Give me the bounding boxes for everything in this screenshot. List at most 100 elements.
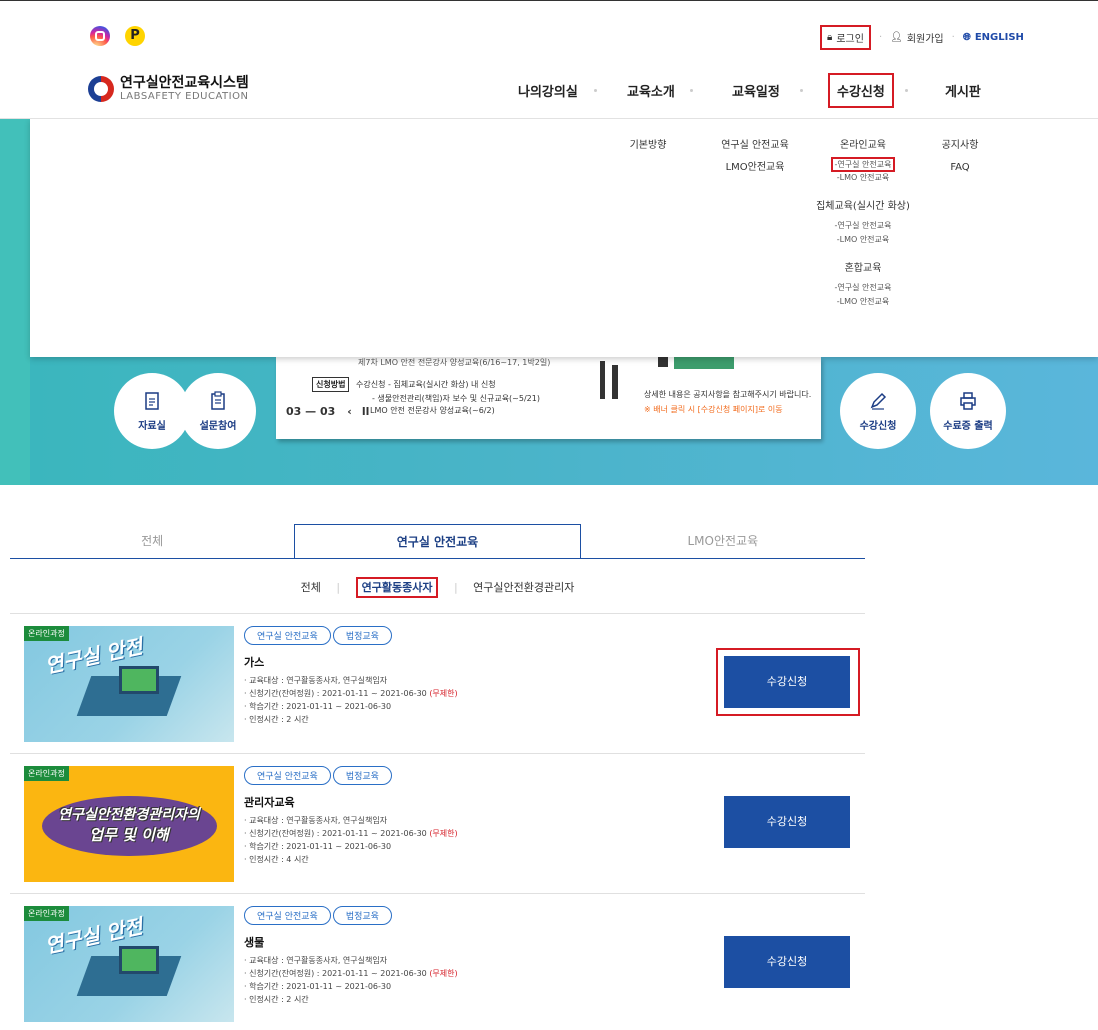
dropdown-mixed-head[interactable]: 혼합교육 [798,257,928,281]
utility-links: 🔒︎ 로그인 · 👤︎ 회원가입 · 🌐︎ ENGLISH [820,25,1024,50]
banner-tag: 신청방법 [312,377,350,392]
course-thumbnail[interactable]: 연구실 안전 온라인과정 [24,626,234,742]
signup-link[interactable]: 👤︎ 회원가입 [890,30,944,45]
course-badges: 연구실 안전교육 법정교육 [244,626,392,645]
badge-category: 연구실 안전교육 [244,766,331,785]
printer-icon [960,392,976,410]
subtab-researcher[interactable]: 연구활동종사자 [355,577,439,598]
menu-my-classroom[interactable]: 나의강의실 [518,61,578,119]
course-hours: · 인정시간 : 2 시간 [244,995,309,1004]
subtab-all[interactable]: 전체 [301,581,321,594]
dropdown-online-lmo[interactable]: -LMO 안전교육 [798,171,928,185]
quick-certificate-button[interactable]: 수료증 출력 [930,373,1006,449]
course-list: 연구실 안전 온라인과정 연구실 안전교육 법정교육 가스 · 교육대상 : 연… [10,613,865,1030]
tab-lmo-safety[interactable]: LMO안전교육 [581,524,865,558]
login-link[interactable]: 🔒︎ 로그인 [820,25,871,50]
channel-p-icon[interactable]: P [125,26,145,46]
login-label: 로그인 [836,34,864,45]
tab-all[interactable]: 전체 [10,524,294,558]
dropdown-faq[interactable]: FAQ [930,157,990,179]
dropdown-lmo-safety[interactable]: LMO안전교육 [710,157,800,179]
utility-bar: P 🔒︎ 로그인 · 👤︎ 회원가입 · 🌐︎ ENGLISH [0,1,1098,61]
menu-schedule[interactable]: 교육일정 [732,61,780,119]
dropdown-mixed-lmo[interactable]: -LMO 안전교육 [798,295,928,309]
dropdown-notice[interactable]: 공지사항 [930,135,990,157]
apply-button[interactable]: 수강신청 [724,796,850,848]
dropdown-online-lab[interactable]: -연구실 안전교육 [830,157,896,172]
banner-right-line-2: ※ 배너 클릭 시 [수강신청 페이지]로 이동 [644,405,783,414]
dropdown-col-schedule: 연구실 안전교육 LMO안전교육 [710,135,800,179]
banner-pause-icon[interactable]: ll [362,405,370,418]
subtab-manager[interactable]: 연구실안전환경관리자 [473,581,574,594]
main-navigation: 연구실안전교육시스템 LABSAFETY EDUCATION 나의강의실 교육소… [0,61,1098,119]
dropdown-col-board: 공지사항 FAQ [930,135,990,179]
dropdown-online-head[interactable]: 온라인교육 [798,135,928,157]
logo-title: 연구실안전교육시스템 [120,75,249,91]
lock-icon: 🔒︎ [827,32,833,43]
quick-survey-button[interactable]: 설문참여 [180,373,256,449]
quick-apply-button[interactable]: 수강신청 [840,373,916,449]
dropdown-col-intro: 기본방향 [618,135,678,157]
quick-archive-label: 자료실 [138,421,166,432]
course-period: · 신청기간(잔여정원) : 2021-01-11 ~ 2021-06-30 [244,969,427,978]
hero-left-strip [0,119,30,485]
site-logo[interactable]: 연구실안전교육시스템 LABSAFETY EDUCATION [88,76,249,102]
course-row: 연구실 안전 온라인과정 연구실 안전교육 법정교육 생물 · 교육대상 : 연… [10,893,865,1030]
badge-legal: 법정교육 [332,626,392,645]
dropdown-basic-direction[interactable]: 기본방향 [618,135,678,157]
banner-pager-text: 03 — 03 [286,405,336,418]
course-thumbnail[interactable]: 연구실 안전 온라인과정 [24,906,234,1022]
online-course-tag: 온라인과정 [24,906,69,921]
badge-category: 연구실 안전교육 [244,906,331,925]
course-thumbnail[interactable]: 연구실안전환경관리자의 업무 및 이해 온라인과정 [24,766,234,882]
dropdown-group-lmo[interactable]: -LMO 안전교육 [798,233,928,247]
course-target: · 교육대상 : 연구활동종사자, 연구실책임자 [244,956,388,965]
tab-lab-safety[interactable]: 연구실 안전교육 [294,524,581,558]
notice-banner[interactable]: 제7차 LMO 안전 전문강사 양성교육(6/16~17, 1박2일) 신청방법… [276,357,821,439]
dropdown-group-lab[interactable]: -연구실 안전교육 [798,219,928,233]
course-capacity: (무제한) [429,829,458,838]
course-title[interactable]: 생물 [244,934,264,950]
instagram-icon[interactable] [90,26,110,46]
course-title[interactable]: 관리자교육 [244,794,295,810]
course-period: · 신청기간(잔여정원) : 2021-01-11 ~ 2021-06-30 [244,689,427,698]
badge-legal: 법정교육 [332,906,392,925]
banner-table-illustration [674,357,734,369]
menu-board[interactable]: 게시판 [945,61,981,119]
course-info: · 교육대상 : 연구활동종사자, 연구실책임자 · 신청기간(잔여정원) : … [244,954,458,1006]
banner-prev-icon[interactable]: ‹ [347,405,352,418]
course-title[interactable]: 가스 [244,654,264,670]
mega-dropdown-menu: 기본방향 연구실 안전교육 LMO안전교육 온라인교육 -연구실 안전교육 -L… [30,119,1098,357]
apply-button[interactable]: 수강신청 [724,656,850,708]
banner-figure-2 [612,365,618,399]
course-badges: 연구실 안전교육 법정교육 [244,906,392,925]
menu-course-apply[interactable]: 수강신청 [828,72,894,108]
course-target: · 교육대상 : 연구활동종사자, 연구실책임자 [244,816,388,825]
globe-icon: 🌐︎ [962,32,971,43]
english-label: ENGLISH [974,32,1024,43]
menu-introduction[interactable]: 교육소개 [627,61,675,119]
dropdown-mixed-lab[interactable]: -연구실 안전교육 [798,281,928,295]
banner-pager: 03 — 03 ‹ ll [286,405,369,418]
course-target: · 교육대상 : 연구활동종사자, 연구실책임자 [244,676,388,685]
page: 자료실 설문참여 수강신청 수료증 출력 제7차 LMO 안전 전문강사 양성교… [0,0,1098,1030]
banner-line-1: 수강신청 - 집체교육(실시간 화상) 내 신청 [356,380,496,389]
course-capacity: (무제한) [429,969,458,978]
course-row: 연구실안전환경관리자의 업무 및 이해 온라인과정 연구실 안전교육 법정교육 … [10,753,865,893]
apply-button[interactable]: 수강신청 [724,936,850,988]
english-link[interactable]: 🌐︎ ENGLISH [963,32,1024,43]
course-study-period: · 학습기간 : 2021-01-11 ~ 2021-06-30 [244,982,392,991]
course-hours: · 인정시간 : 4 시간 [244,855,309,864]
clipboard-icon [211,391,225,410]
course-row: 연구실 안전 온라인과정 연구실 안전교육 법정교육 가스 · 교육대상 : 연… [10,613,865,753]
course-period: · 신청기간(잔여정원) : 2021-01-11 ~ 2021-06-30 [244,829,427,838]
quick-archive-button[interactable]: 자료실 [114,373,190,449]
online-course-tag: 온라인과정 [24,626,69,641]
dropdown-lab-safety[interactable]: 연구실 안전교육 [710,135,800,157]
thumbnail-subtitle: 업무 및 이해 [89,826,169,844]
banner-top-line: 제7차 LMO 안전 전문강사 양성교육(6/16~17, 1박2일) [358,358,551,367]
banner-line-2: - 생물안전관리(책임)자 보수 및 신규교육(~5/21) [372,394,540,403]
signup-label: 회원가입 [906,34,944,45]
dropdown-group-head[interactable]: 집체교육(실시간 화상) [798,195,928,219]
banner-line-3: LMO 안전 전문강사 양성교육(~6/2) [370,406,495,415]
